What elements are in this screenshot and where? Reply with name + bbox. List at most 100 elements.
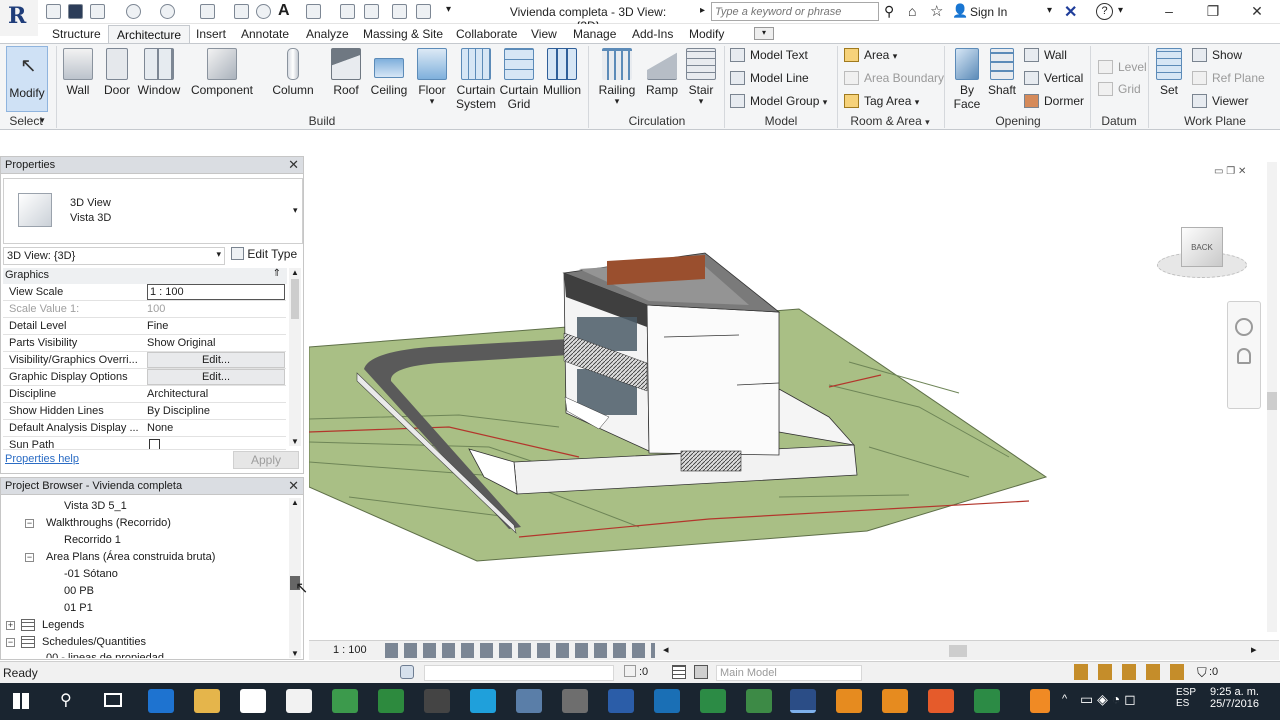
open-icon[interactable] <box>46 4 61 19</box>
binoculars-icon[interactable]: ⚲ <box>884 3 894 20</box>
viewer-button[interactable]: Viewer <box>1192 92 1248 110</box>
language-indicator[interactable]: ESP ES <box>1176 687 1196 709</box>
roof-button[interactable]: Roof <box>328 48 364 97</box>
by-face-button[interactable]: By Face <box>950 48 984 111</box>
modify-button[interactable]: ↖ Modify <box>6 46 48 112</box>
maximize-button[interactable]: ❐ <box>1198 3 1228 21</box>
excel-icon[interactable] <box>700 689 726 713</box>
collapse-schedules-icon[interactable]: − <box>6 638 15 647</box>
curtain-grid-button[interactable]: Curtain Grid <box>498 48 540 111</box>
instance-selector[interactable]: 3D View: {3D} ▾ <box>3 247 225 265</box>
view-scale-input[interactable]: 1 : 100 <box>147 284 285 300</box>
undo-icon[interactable] <box>126 4 141 19</box>
3d-viewport[interactable]: ▭ ❐ ✕ BACK <box>309 157 1279 640</box>
tab-massing-site[interactable]: Massing & Site <box>355 25 451 44</box>
task-view-icon[interactable] <box>104 693 122 707</box>
door-button[interactable]: Door <box>100 48 134 97</box>
tab-collaborate[interactable]: Collaborate <box>448 25 525 44</box>
selection-filter-icons[interactable] <box>1074 664 1194 680</box>
steering-wheel-icon[interactable] <box>1235 318 1253 336</box>
collapse-area-plans-icon[interactable]: − <box>25 553 34 562</box>
calculator-icon[interactable] <box>562 689 588 713</box>
model-group-button[interactable]: Model Group ▾ <box>730 92 827 110</box>
qat-dropdown-icon[interactable]: ▾ <box>446 4 451 15</box>
zoom-icon[interactable] <box>1237 348 1251 364</box>
tree-item-vista-3d-5-1[interactable]: Vista 3D 5_1 <box>64 500 127 512</box>
window-button[interactable]: Window <box>136 48 182 97</box>
area-button[interactable]: Area ▾ <box>844 46 897 64</box>
close-properties-icon[interactable]: ✕ <box>288 157 299 173</box>
planner-icon[interactable] <box>746 689 772 713</box>
view-control-icons[interactable] <box>385 643 655 658</box>
curtain-system-button[interactable]: Curtain System <box>454 48 498 111</box>
ramp-button[interactable]: Ramp <box>642 48 682 97</box>
help-dropdown-icon[interactable]: ▾ <box>1118 5 1123 16</box>
app-red-icon[interactable] <box>928 689 954 713</box>
group-room-area[interactable]: Room & Area ▾ <box>840 114 940 128</box>
search-input[interactable] <box>711 2 879 21</box>
tree-item-schedules[interactable]: Schedules/Quantities <box>42 636 146 648</box>
tag-area-button[interactable]: Tag Area ▾ <box>844 92 919 110</box>
edit-type-button[interactable]: Edit Type <box>231 247 297 261</box>
tray-arrow-icon[interactable]: ^ <box>1062 693 1067 705</box>
filter-icon[interactable]: ⛉ <box>1197 665 1207 681</box>
properties-scrollbar[interactable]: ▲ ▼ <box>289 268 301 446</box>
viewport-vertical-scrollbar[interactable] <box>1267 162 1277 632</box>
wall-opening-button[interactable]: Wall <box>1024 46 1067 64</box>
component-button[interactable]: Component <box>188 48 256 97</box>
3d-view-icon[interactable] <box>306 4 321 19</box>
app-green-icon[interactable] <box>974 689 1000 713</box>
project-icon[interactable] <box>378 689 404 713</box>
mullion-button[interactable]: Mullion <box>540 48 584 97</box>
ribbon-minimize-icon[interactable]: ▾ <box>754 27 774 40</box>
sign-in-link[interactable]: Sign In <box>970 5 1007 19</box>
prop-show-hidden-lines[interactable]: Show Hidden Lines By Discipline <box>3 403 286 420</box>
tab-add-ins[interactable]: Add-Ins <box>624 25 681 44</box>
app-orange-icon[interactable] <box>836 689 862 713</box>
close-browser-icon[interactable]: ✕ <box>288 478 299 494</box>
word-icon[interactable] <box>608 689 634 713</box>
tab-architecture[interactable]: Architecture <box>108 25 191 44</box>
design-option-dropdown[interactable]: Main Model <box>716 665 862 681</box>
visibility-graphics-edit-button[interactable]: Edit... <box>147 352 285 368</box>
tab-structure[interactable]: Structure <box>44 25 109 44</box>
model-line-button[interactable]: Model Line <box>730 69 809 87</box>
help-icon[interactable]: ? <box>1096 3 1113 20</box>
column-button[interactable]: Column <box>268 48 318 97</box>
photos-icon[interactable] <box>516 689 542 713</box>
type-selector[interactable]: 3D View Vista 3D ▾ <box>3 178 303 244</box>
tab-annotate[interactable]: Annotate <box>233 25 297 44</box>
subscription-icon[interactable]: ⌂ <box>908 3 916 19</box>
tree-item-area-plans[interactable]: Area Plans (Área construida bruta) <box>46 551 215 563</box>
store-icon[interactable] <box>240 689 266 713</box>
properties-help-link[interactable]: Properties help <box>5 453 79 465</box>
dormer-opening-button[interactable]: Dormer <box>1024 92 1084 110</box>
app-menu-button[interactable]: R <box>0 0 38 36</box>
graphic-display-edit-button[interactable]: Edit... <box>147 369 285 385</box>
prop-default-analysis[interactable]: Default Analysis Display ... None <box>3 420 286 437</box>
set-work-plane-button[interactable]: Set <box>1154 48 1184 97</box>
expand-legends-icon[interactable]: + <box>6 621 15 630</box>
shaft-button[interactable]: Shaft <box>986 48 1018 97</box>
text-icon[interactable]: A <box>278 2 290 20</box>
collapse-walkthroughs-icon[interactable]: − <box>25 519 34 528</box>
wall-button[interactable]: Wall <box>60 48 96 97</box>
exchange-apps-icon[interactable]: ✕ <box>1064 2 1077 22</box>
floor-button[interactable]: Floor ▾ <box>414 48 450 106</box>
scroll-right-icon[interactable]: ▸ <box>1251 643 1257 656</box>
expand-search-icon[interactable]: ▸ <box>700 5 705 16</box>
tree-item-lineas-propiedad[interactable]: 00 - lineas de propiedad <box>46 652 164 658</box>
scroll-left-icon[interactable]: ◂ <box>663 643 669 656</box>
editing-requests-icon[interactable] <box>694 665 708 679</box>
thin-lines-icon[interactable] <box>364 4 379 19</box>
vertical-opening-button[interactable]: Vertical <box>1024 69 1083 87</box>
revit-taskbar-icon[interactable] <box>790 689 816 713</box>
design-options-button[interactable] <box>672 665 686 679</box>
edge-icon[interactable] <box>148 689 174 713</box>
prop-detail-level[interactable]: Detail Level Fine <box>3 318 286 335</box>
start-icon[interactable] <box>13 693 29 709</box>
tripadvisor-icon[interactable] <box>424 689 450 713</box>
file-explorer-icon[interactable] <box>194 689 220 713</box>
dropbox-icon[interactable] <box>286 689 312 713</box>
prop-parts-visibility[interactable]: Parts Visibility Show Original <box>3 335 286 352</box>
